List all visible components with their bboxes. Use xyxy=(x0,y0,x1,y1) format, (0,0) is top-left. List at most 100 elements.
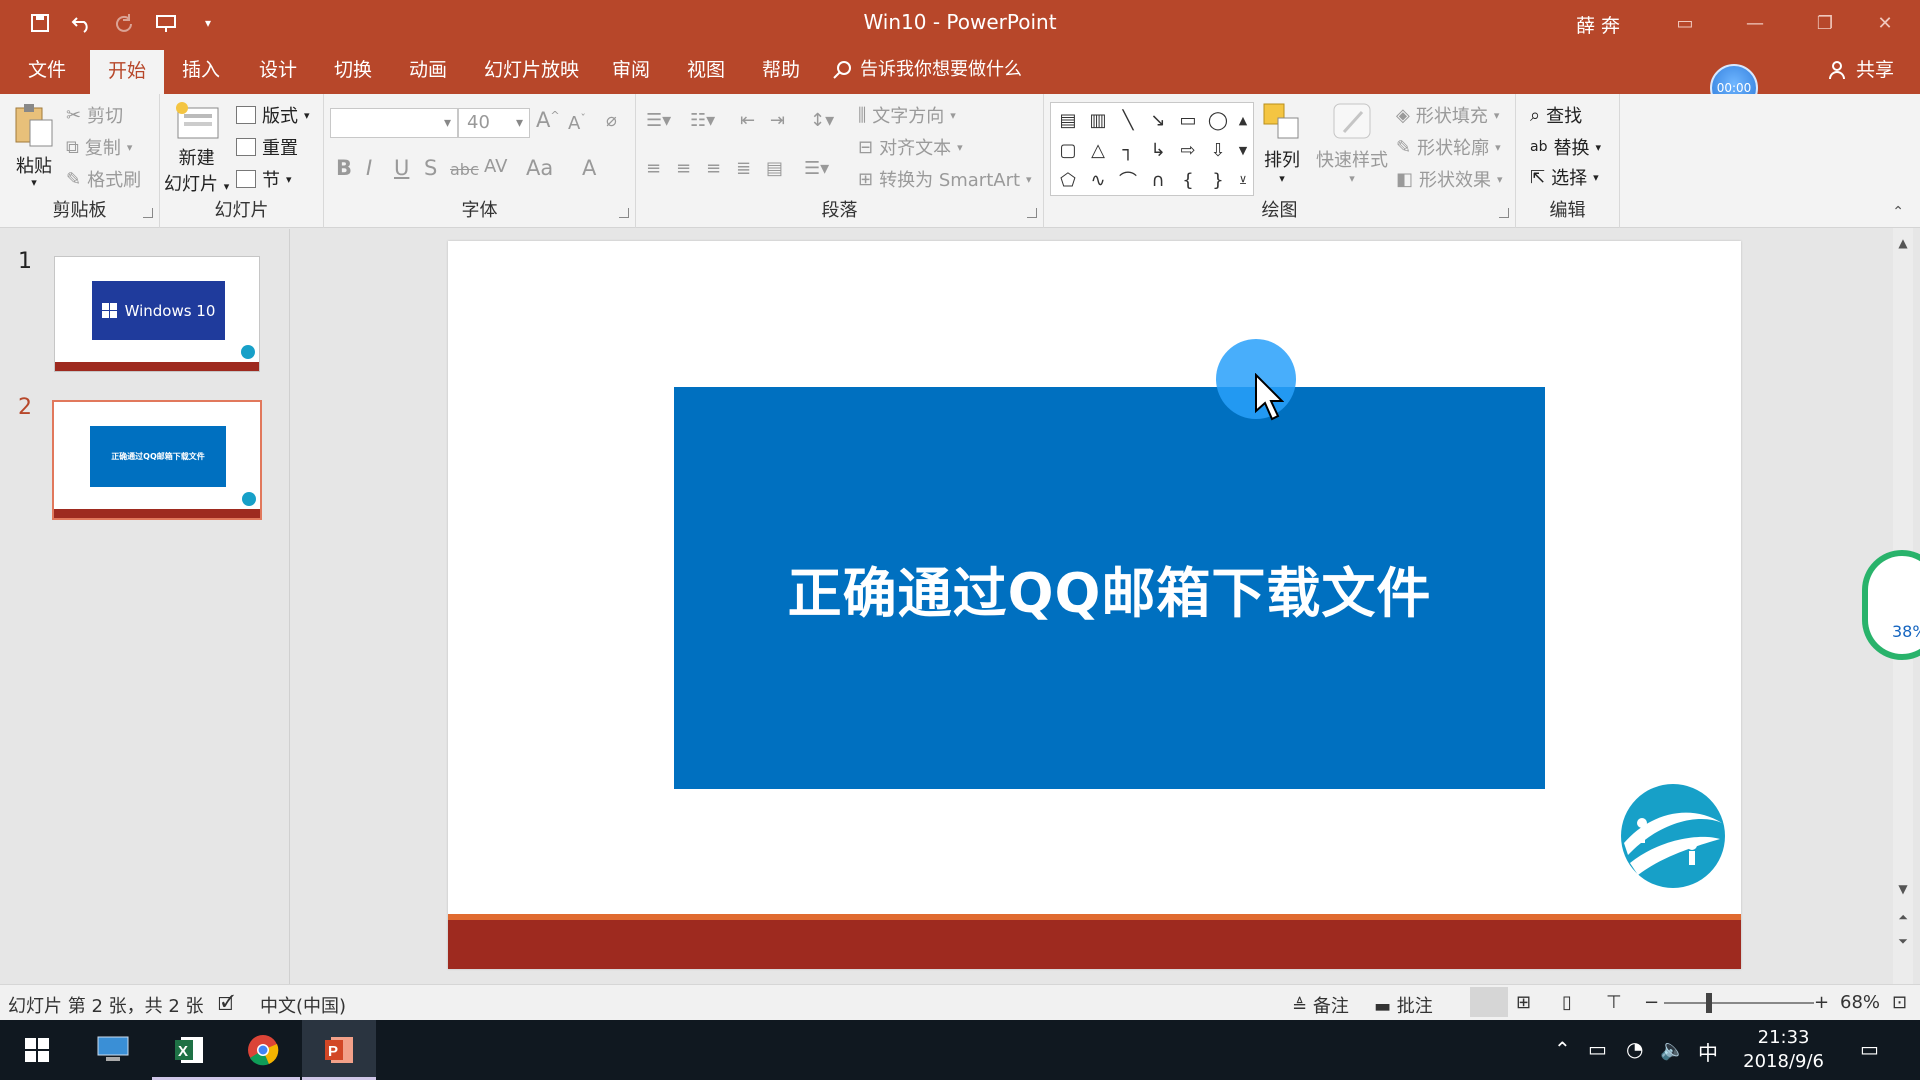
ime-indicator[interactable]: 中 xyxy=(1698,1037,1718,1066)
slide-thumbnail-2[interactable]: 正确通过QQ邮箱下载文件 xyxy=(52,400,262,520)
taskbar-excel[interactable]: X xyxy=(152,1020,226,1080)
align-center-icon[interactable]: ≡ xyxy=(676,158,691,179)
underline-button[interactable]: U xyxy=(394,156,409,180)
select-button[interactable]: ⇱ 选择 ▾ xyxy=(1530,164,1599,190)
triangle-shape-icon[interactable]: △ xyxy=(1085,137,1111,163)
shadow-button[interactable]: S xyxy=(424,156,437,180)
layout-button[interactable]: 版式 ▾ xyxy=(236,102,310,128)
character-spacing-button[interactable]: AV xyxy=(484,156,507,177)
paragraph-launcher-icon[interactable] xyxy=(1027,208,1037,218)
text-direction-button[interactable]: ⫼ 文字方向 ▾ xyxy=(858,102,956,128)
right-brace-shape-icon[interactable]: } xyxy=(1205,167,1231,193)
taskbar-chrome[interactable] xyxy=(226,1020,300,1080)
gallery-more-icon[interactable]: ⊻ xyxy=(1233,167,1253,193)
language-indicator[interactable]: 中文(中国) xyxy=(260,992,346,1018)
close-icon[interactable]: ✕ xyxy=(1850,0,1920,46)
curve-shape-icon[interactable]: ∩ xyxy=(1145,167,1171,193)
section-button[interactable]: 节 ▾ xyxy=(236,166,292,192)
distribute-icon[interactable]: ▤ xyxy=(766,158,783,179)
find-button[interactable]: ⌕ 查找 xyxy=(1530,102,1582,128)
tab-animations[interactable]: 动画 xyxy=(403,46,453,94)
zoom-level[interactable]: 68% xyxy=(1840,992,1880,1013)
rounded-rect-shape-icon[interactable]: ▢ xyxy=(1055,137,1081,163)
textbox-shape-icon[interactable]: ▤ xyxy=(1055,107,1081,133)
comments-button[interactable]: ▬ 批注 xyxy=(1374,992,1433,1018)
taskbar-app-1[interactable] xyxy=(76,1020,150,1080)
columns-icon[interactable]: ☰▾ xyxy=(804,158,829,179)
previous-slide-icon[interactable]: ⏶ xyxy=(1893,906,1913,928)
tab-slideshow[interactable]: 幻灯片放映 xyxy=(478,46,585,94)
scribble-shape-icon[interactable]: ∿ xyxy=(1085,167,1111,193)
speed-widget[interactable]: 38% xyxy=(1862,550,1920,660)
taskbar-powerpoint[interactable]: P xyxy=(302,1020,376,1080)
format-painter-button[interactable]: ✎ 格式刷 xyxy=(66,166,141,192)
bold-button[interactable]: B xyxy=(336,156,352,180)
elbow-arrow-shape-icon[interactable]: ↳ xyxy=(1145,137,1171,163)
tray-expand-icon[interactable]: ⌃ xyxy=(1554,1037,1571,1061)
line-shape-icon[interactable]: ╲ xyxy=(1115,107,1141,133)
next-slide-icon[interactable]: ⏷ xyxy=(1893,930,1913,952)
cut-button[interactable]: ✂ 剪切 xyxy=(66,102,123,128)
battery-icon[interactable]: ▭ xyxy=(1588,1037,1607,1061)
reset-button[interactable]: 重置 xyxy=(236,134,298,160)
vertical-textbox-shape-icon[interactable]: ▥ xyxy=(1085,107,1111,133)
user-name[interactable]: 薛 奔 xyxy=(1576,11,1620,38)
tab-file[interactable]: 文件 xyxy=(22,46,72,94)
tab-home[interactable]: 开始 xyxy=(90,50,165,94)
tab-design[interactable]: 设计 xyxy=(253,46,303,94)
align-left-icon[interactable]: ≡ xyxy=(646,158,661,179)
shrink-font-icon[interactable]: Aˇ xyxy=(568,112,586,134)
tab-review[interactable]: 审阅 xyxy=(606,46,656,94)
clear-format-icon[interactable]: ⌀ xyxy=(606,110,617,131)
font-size-combo[interactable]: 40 xyxy=(458,108,530,138)
decrease-indent-icon[interactable]: ⇤ xyxy=(740,110,755,131)
scroll-down-icon[interactable]: ▼ xyxy=(1893,878,1913,900)
arrange-button[interactable]: 排列 ▾ xyxy=(1262,102,1302,185)
align-text-button[interactable]: ⊟ 对齐文本 ▾ xyxy=(858,134,963,160)
ribbon-display-icon[interactable]: ▭ xyxy=(1650,0,1720,46)
zoom-in-icon[interactable]: + xyxy=(1814,992,1829,1013)
gallery-down-icon[interactable]: ▼ xyxy=(1233,137,1253,163)
change-case-button[interactable]: Aa xyxy=(526,156,553,180)
zoom-slider[interactable] xyxy=(1664,1002,1814,1004)
bullets-icon[interactable]: ☰▾ xyxy=(646,110,671,131)
down-arrow-shape-icon[interactable]: ⇩ xyxy=(1205,137,1231,163)
font-color-button[interactable]: A xyxy=(582,156,596,180)
drawing-launcher-icon[interactable] xyxy=(1499,208,1509,218)
align-right-icon[interactable]: ≡ xyxy=(706,158,721,179)
slideshow-view-icon[interactable]: ⊤ xyxy=(1606,992,1622,1013)
slide-thumbnail-1[interactable]: Windows 10 xyxy=(54,256,260,372)
gallery-up-icon[interactable]: ▲ xyxy=(1233,107,1253,133)
font-launcher-icon[interactable] xyxy=(619,208,629,218)
grow-font-icon[interactable]: A^ xyxy=(536,108,560,132)
taskbar-clock[interactable]: 21:33 2018/9/6 xyxy=(1743,1026,1824,1074)
fit-to-window-icon[interactable]: ⊡ xyxy=(1892,992,1907,1013)
new-slide-button[interactable]: 新建 幻灯片 ▾ xyxy=(164,100,229,196)
clipboard-launcher-icon[interactable] xyxy=(143,208,153,218)
tab-insert[interactable]: 插入 xyxy=(176,46,226,94)
minimize-icon[interactable]: — xyxy=(1720,0,1790,46)
shape-fill-button[interactable]: ◈ 形状填充 ▾ xyxy=(1396,102,1499,128)
share-button[interactable]: 共享 xyxy=(1828,46,1894,94)
strikethrough-button[interactable]: abc xyxy=(450,160,479,179)
copy-button[interactable]: ⧉ 复制 ▾ xyxy=(66,134,132,160)
zoom-out-icon[interactable]: − xyxy=(1644,992,1659,1013)
font-name-combo[interactable] xyxy=(330,108,458,138)
wifi-icon[interactable]: ◔ xyxy=(1626,1037,1643,1061)
zoom-slider-thumb[interactable] xyxy=(1706,993,1712,1013)
tell-me-search[interactable]: 告诉我你想要做什么 xyxy=(832,46,1022,94)
numbering-icon[interactable]: ☷▾ xyxy=(690,110,715,131)
start-button[interactable] xyxy=(0,1020,74,1080)
scroll-up-icon[interactable]: ▲ xyxy=(1893,232,1913,254)
slide-sorter-view-icon[interactable]: ⊞ xyxy=(1516,992,1531,1013)
oval-shape-icon[interactable]: ◯ xyxy=(1205,107,1231,133)
title-shape[interactable]: 正确通过QQ邮箱下载文件 xyxy=(674,387,1545,789)
spellcheck-icon[interactable]: 🗹 xyxy=(218,992,234,1022)
notes-button[interactable]: ≜ 备注 xyxy=(1292,992,1349,1018)
elbow-connector-shape-icon[interactable]: ┐ xyxy=(1115,137,1141,163)
slide-canvas[interactable]: 正确通过QQ邮箱下载文件 xyxy=(448,241,1741,969)
line-spacing-icon[interactable]: ↕▾ xyxy=(810,110,834,131)
slide-title[interactable]: 正确通过QQ邮箱下载文件 xyxy=(788,549,1432,628)
replace-button[interactable]: ab 替换 ▾ xyxy=(1530,134,1601,160)
tab-view[interactable]: 视图 xyxy=(681,46,731,94)
